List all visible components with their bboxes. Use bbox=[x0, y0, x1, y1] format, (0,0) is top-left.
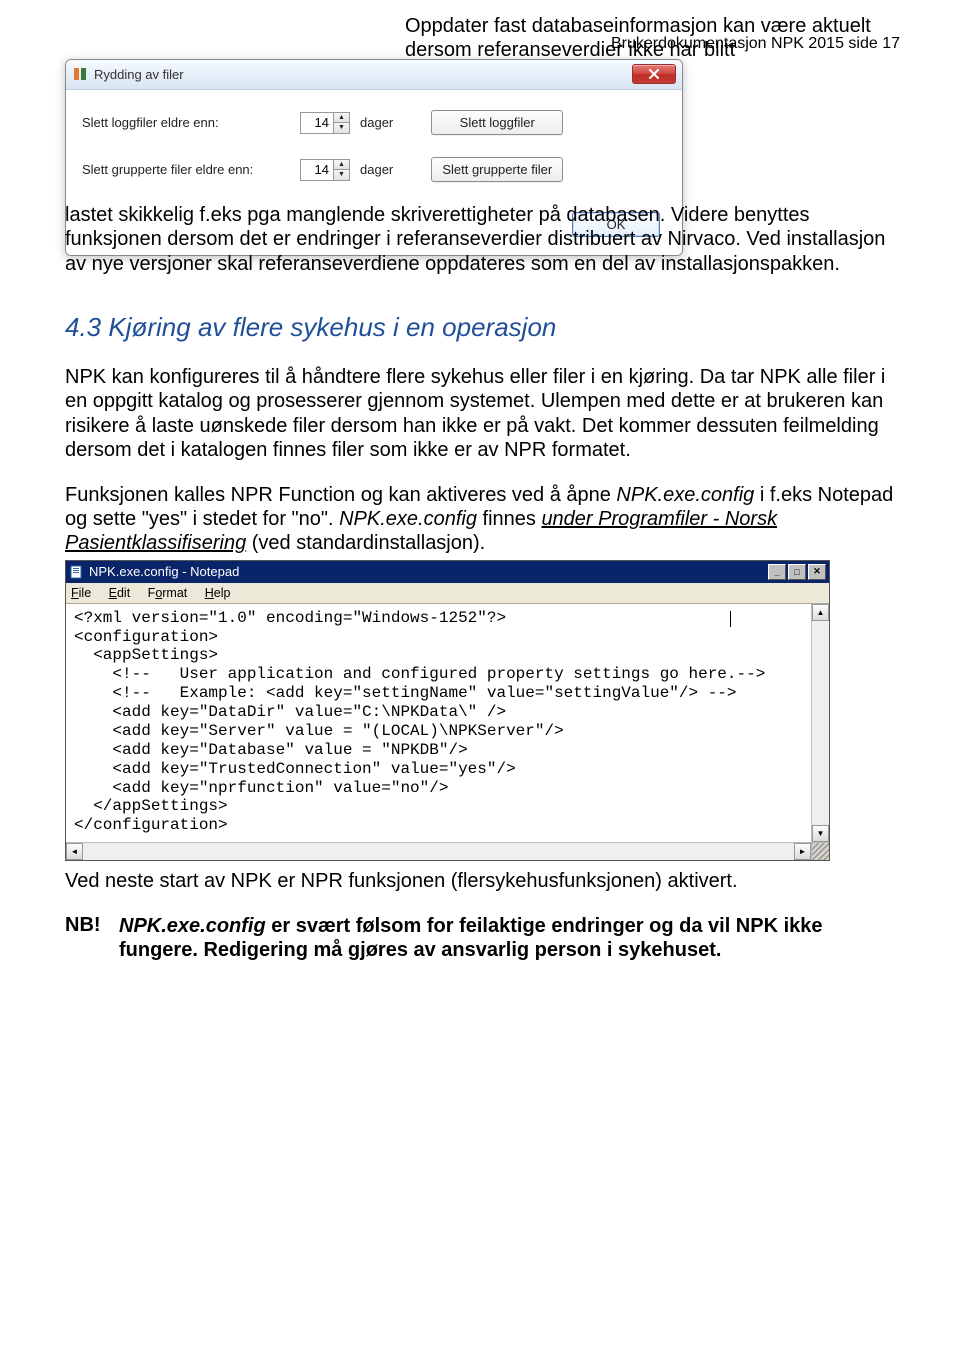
paragraph-1b: lastet skikkelig f.eks pga manglende skr… bbox=[65, 203, 900, 276]
nb-note: NB! NPK.exe.config er svært følsom for f… bbox=[65, 914, 900, 963]
scrollbar-horizontal[interactable]: ◄ ► bbox=[66, 842, 829, 860]
chevron-up-icon[interactable]: ▲ bbox=[812, 604, 829, 621]
delete-grouped-button[interactable]: Slett grupperte filer bbox=[431, 157, 563, 182]
close-button[interactable] bbox=[632, 64, 676, 84]
notepad-icon bbox=[69, 564, 85, 580]
close-icon bbox=[648, 69, 660, 79]
paragraph-4: Ved neste start av NPK er NPR funksjonen… bbox=[65, 869, 900, 893]
days-input-grouped[interactable] bbox=[301, 160, 333, 179]
chevron-down-icon[interactable]: ▼ bbox=[812, 825, 829, 842]
chevron-right-icon[interactable]: ► bbox=[794, 843, 811, 860]
menu-file[interactable]: File bbox=[71, 586, 91, 600]
text-caret bbox=[730, 611, 731, 627]
unit-label: dager bbox=[360, 115, 393, 130]
notepad-window: NPK.exe.config - Notepad _ □ ✕ File Edit… bbox=[65, 560, 830, 862]
notepad-titlebar: NPK.exe.config - Notepad _ □ ✕ bbox=[66, 561, 829, 583]
close-button[interactable]: ✕ bbox=[808, 564, 826, 580]
notepad-textarea[interactable]: <?xml version="1.0" encoding="Windows-12… bbox=[66, 604, 811, 843]
menu-format[interactable]: Format bbox=[148, 586, 188, 600]
minimize-button[interactable]: _ bbox=[768, 564, 786, 580]
days-input-logfiles[interactable] bbox=[301, 113, 333, 132]
resize-grip[interactable] bbox=[811, 843, 829, 860]
app-icon bbox=[72, 66, 88, 82]
notepad-menubar: File Edit Format Help bbox=[66, 583, 829, 604]
chevron-down-icon[interactable]: ▼ bbox=[334, 123, 349, 133]
menu-help[interactable]: Help bbox=[205, 586, 231, 600]
days-stepper-logfiles[interactable]: ▲ ▼ bbox=[300, 112, 350, 134]
label-grouped: Slett grupperte filer eldre enn: bbox=[82, 162, 300, 177]
paragraph-2: NPK kan konfigureres til å håndtere fler… bbox=[65, 365, 900, 463]
menu-edit[interactable]: Edit bbox=[109, 586, 131, 600]
chevron-left-icon[interactable]: ◄ bbox=[66, 843, 83, 860]
paragraph-3: Funksjonen kalles NPR Function og kan ak… bbox=[65, 483, 900, 556]
chevron-up-icon[interactable]: ▲ bbox=[334, 160, 349, 170]
dialog-title: Rydding av filer bbox=[94, 67, 184, 82]
chevron-up-icon[interactable]: ▲ bbox=[334, 113, 349, 123]
days-stepper-grouped[interactable]: ▲ ▼ bbox=[300, 159, 350, 181]
scrollbar-vertical[interactable]: ▲ ▼ bbox=[811, 604, 829, 843]
label-logfiles: Slett loggfiler eldre enn: bbox=[82, 115, 300, 130]
notepad-title: NPK.exe.config - Notepad bbox=[89, 564, 239, 579]
chevron-down-icon[interactable]: ▼ bbox=[334, 170, 349, 180]
section-heading-4-3: 4.3 Kjøring av flere sykehus i en operas… bbox=[65, 312, 900, 343]
delete-logfiles-button[interactable]: Slett loggfiler bbox=[431, 110, 563, 135]
maximize-button[interactable]: □ bbox=[788, 564, 806, 580]
unit-label: dager bbox=[360, 162, 393, 177]
